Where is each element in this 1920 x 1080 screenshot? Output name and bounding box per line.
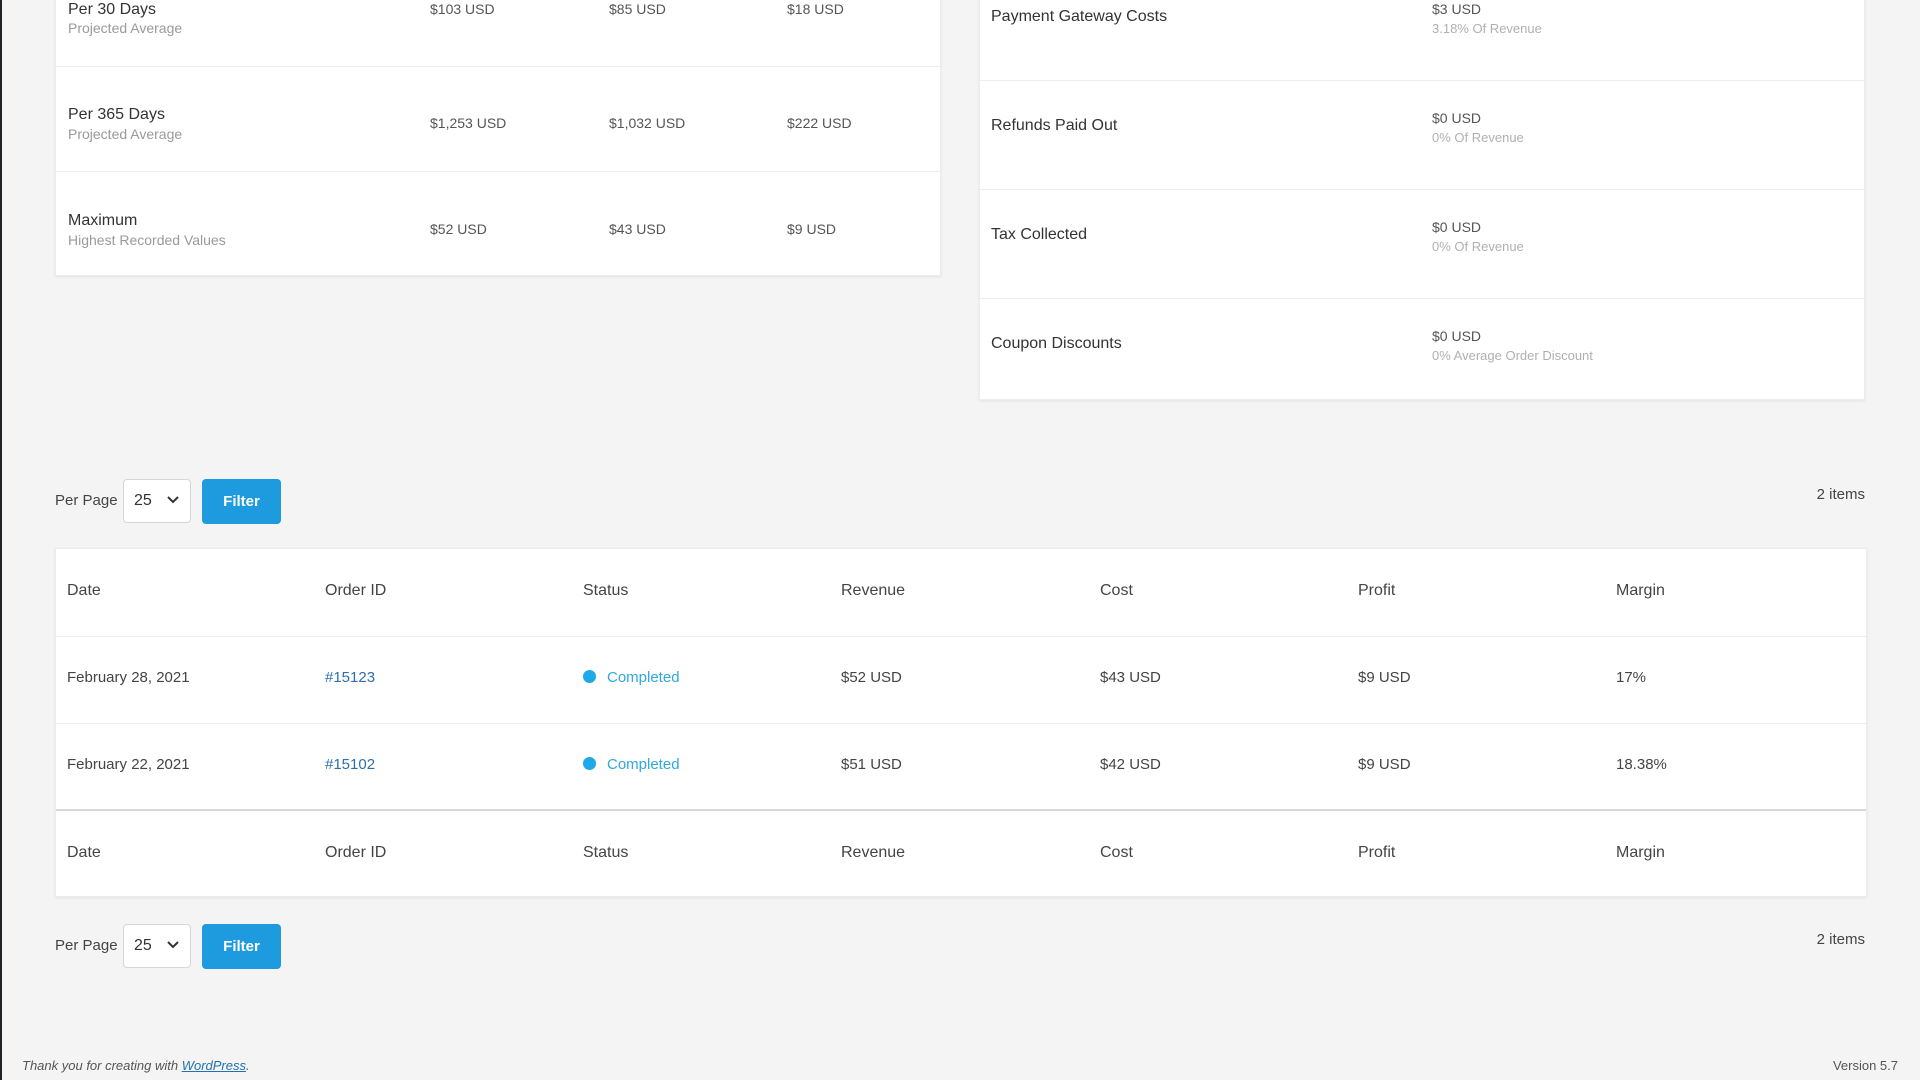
stat-profit: $222 USD	[787, 115, 852, 131]
cost-row-coupons: Coupon Discounts $0 USD 0% Average Order…	[980, 298, 1864, 407]
column-footer-status[interactable]: Status	[583, 844, 628, 862]
column-header-revenue[interactable]: Revenue	[841, 582, 905, 600]
cost-value: $0 USD	[1432, 110, 1482, 126]
items-count: 2 items	[1816, 486, 1865, 503]
order-margin: 18.38%	[1616, 756, 1667, 773]
profit-stats-card: Per 30 Days Projected Average $103 USD $…	[55, 0, 941, 276]
column-footer-date[interactable]: Date	[67, 844, 101, 862]
stat-row-30-days: Per 30 Days Projected Average $103 USD $…	[56, 0, 940, 67]
column-footer-revenue[interactable]: Revenue	[841, 844, 905, 862]
cost-label: Tax Collected	[991, 226, 1088, 243]
column-header-date[interactable]: Date	[67, 582, 101, 600]
status-dot-icon	[583, 670, 596, 683]
items-count: 2 items	[1816, 931, 1865, 948]
stat-profit: $9 USD	[787, 221, 837, 237]
footer-thanks-suffix: .	[246, 1058, 250, 1073]
cost-subtext: 3.18% Of Revenue	[1432, 21, 1542, 36]
cost-subtext: 0% Average Order Discount	[1432, 348, 1593, 363]
pagination-bottom: Per Page 25 Filter 2 items	[55, 924, 1865, 970]
cost-value: $3 USD	[1432, 1, 1482, 17]
order-status: Completed	[607, 669, 680, 686]
stat-title: Maximum	[68, 212, 138, 229]
stat-row-maximum: Maximum Highest Recorded Values $52 USD …	[56, 171, 940, 276]
stat-title: Per 30 Days	[68, 1, 157, 18]
column-footer-profit[interactable]: Profit	[1358, 844, 1395, 862]
cost-subtext: 0% Of Revenue	[1432, 130, 1524, 145]
costs-breakdown-card: Payment Gateway Costs $3 USD 3.18% Of Re…	[979, 0, 1865, 400]
stat-cost: $43 USD	[609, 221, 666, 237]
cost-label: Coupon Discounts	[991, 335, 1122, 352]
per-page-label: Per Page	[55, 492, 118, 509]
stat-revenue: $1,253 USD	[430, 115, 507, 131]
table-footer-row: Date Order ID Status Revenue Cost Profit…	[56, 809, 1866, 898]
order-cost: $42 USD	[1100, 756, 1161, 773]
table-row: February 28, 2021 #15123 Completed $52 U…	[56, 636, 1866, 724]
order-cost: $43 USD	[1100, 669, 1161, 686]
column-footer-cost[interactable]: Cost	[1100, 844, 1133, 862]
filter-button[interactable]: Filter	[202, 924, 281, 969]
chevron-down-icon	[167, 941, 179, 949]
cost-row-refunds: Refunds Paid Out $0 USD 0% Of Revenue	[980, 80, 1864, 190]
stat-revenue: $103 USD	[430, 1, 495, 17]
order-id-link[interactable]: #15123	[325, 669, 375, 686]
cost-row-payment-gateway: Payment Gateway Costs $3 USD 3.18% Of Re…	[980, 0, 1864, 81]
stat-cost: $1,032 USD	[609, 115, 686, 131]
status-dot-icon	[583, 757, 596, 770]
order-revenue: $52 USD	[841, 669, 902, 686]
cost-label: Refunds Paid Out	[991, 117, 1118, 134]
order-revenue: $51 USD	[841, 756, 902, 773]
column-header-order-id[interactable]: Order ID	[325, 582, 386, 600]
cost-value: $0 USD	[1432, 219, 1482, 235]
filter-button[interactable]: Filter	[202, 479, 281, 524]
wordpress-link[interactable]: WordPress	[182, 1058, 246, 1073]
column-header-cost[interactable]: Cost	[1100, 582, 1133, 600]
chevron-down-icon	[167, 496, 179, 504]
cost-row-tax: Tax Collected $0 USD 0% Of Revenue	[980, 189, 1864, 299]
footer-thanks-text: Thank you for creating with	[22, 1058, 182, 1073]
column-header-status[interactable]: Status	[583, 582, 628, 600]
pagination-top: Per Page 25 Filter 2 items	[55, 479, 1865, 525]
stat-row-365-days: Per 365 Days Projected Average $1,253 US…	[56, 66, 940, 172]
stat-title: Per 365 Days	[68, 106, 165, 123]
cost-subtext: 0% Of Revenue	[1432, 239, 1524, 254]
per-page-value: 25	[134, 492, 152, 509]
stat-cost: $85 USD	[609, 1, 666, 17]
stat-profit: $18 USD	[787, 1, 844, 17]
admin-sidebar-edge	[0, 0, 2, 1080]
stat-subtitle: Projected Average	[68, 20, 183, 36]
column-header-margin[interactable]: Margin	[1616, 582, 1665, 600]
order-date: February 22, 2021	[67, 756, 190, 773]
per-page-select[interactable]: 25	[123, 924, 191, 968]
stat-subtitle: Projected Average	[68, 126, 183, 142]
order-id-link[interactable]: #15102	[325, 756, 375, 773]
column-footer-order-id[interactable]: Order ID	[325, 844, 386, 862]
column-footer-margin[interactable]: Margin	[1616, 844, 1665, 862]
order-profit: $9 USD	[1358, 756, 1411, 773]
order-status: Completed	[607, 756, 680, 773]
stat-revenue: $52 USD	[430, 221, 487, 237]
order-margin: 17%	[1616, 669, 1647, 686]
table-header-row: Date Order ID Status Revenue Cost Profit…	[56, 549, 1866, 637]
per-page-value: 25	[134, 937, 152, 954]
order-date: February 28, 2021	[67, 669, 190, 686]
stat-subtitle: Highest Recorded Values	[68, 232, 226, 248]
table-row: February 22, 2021 #15102 Completed $51 U…	[56, 723, 1866, 810]
cost-label: Payment Gateway Costs	[991, 8, 1168, 25]
per-page-select[interactable]: 25	[123, 479, 191, 523]
cost-value: $0 USD	[1432, 328, 1482, 344]
column-header-profit[interactable]: Profit	[1358, 582, 1395, 600]
per-page-label: Per Page	[55, 937, 118, 954]
wp-version: Version 5.7	[1832, 1058, 1898, 1073]
footer-thanks: Thank you for creating with WordPress.	[22, 1058, 250, 1073]
orders-table: Date Order ID Status Revenue Cost Profit…	[55, 548, 1867, 897]
order-profit: $9 USD	[1358, 669, 1411, 686]
